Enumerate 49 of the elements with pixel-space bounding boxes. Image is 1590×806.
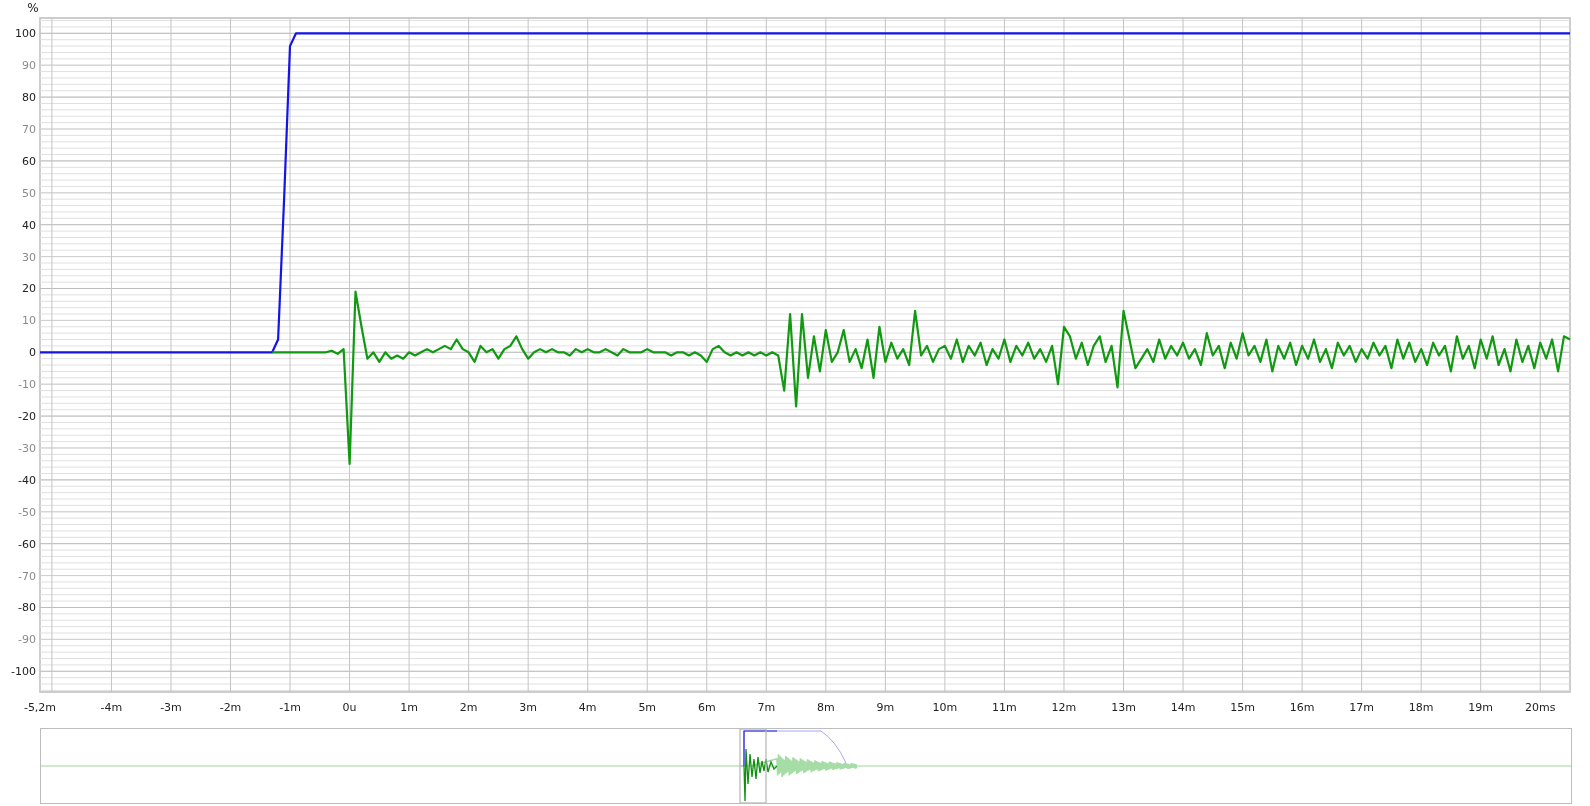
y-tick-label: 80 — [22, 91, 36, 105]
y-tick-label: 70 — [22, 123, 36, 136]
y-tick-label: -10 — [18, 378, 36, 392]
x-tick-label: 9m — [876, 701, 895, 714]
y-tick-label: 100 — [15, 27, 36, 41]
x-tick-label: 7m — [757, 701, 776, 714]
x-tick-label: 13m — [1111, 701, 1136, 714]
x-tick-label: -4m — [100, 701, 123, 714]
y-tick-label: 50 — [22, 186, 36, 200]
x-tick-label: 8m — [817, 701, 835, 714]
x-tick-label: -1m — [279, 701, 301, 714]
y-tick-label: -40 — [18, 473, 36, 487]
y-tick-label: 60 — [22, 154, 36, 168]
y-tick-label: 20 — [22, 282, 36, 296]
x-tick-label: -3m — [160, 701, 182, 714]
x-tick-label: 11m — [992, 701, 1017, 714]
y-tick-label: -50 — [18, 505, 36, 519]
x-tick-label: 6m — [697, 701, 716, 714]
x-tick-label: 15m — [1230, 701, 1255, 714]
y-unit-label: % — [27, 1, 39, 15]
x-tick-label: 2m — [459, 701, 478, 714]
x-tick-label: -2m — [219, 701, 242, 714]
y-tick-label: -30 — [18, 442, 36, 455]
y-tick-label: -20 — [18, 410, 36, 424]
x-tick-label: 16m — [1289, 701, 1315, 714]
x-tick-label: -5,2m — [23, 701, 57, 714]
y-tick-label: 0 — [29, 346, 36, 360]
x-tick-label: 20ms — [1525, 701, 1556, 714]
y-tick-label: 40 — [22, 218, 36, 232]
x-tick-label: 0u — [342, 701, 357, 714]
y-tick-label: 30 — [22, 250, 36, 264]
x-tick-label: 19m — [1468, 701, 1494, 714]
x-tick-label: 3m — [519, 701, 538, 714]
x-tick-label: 14m — [1170, 701, 1196, 714]
x-tick-label: 12m — [1051, 701, 1077, 714]
y-tick-label: -60 — [18, 537, 36, 551]
y-tick-label: 90 — [22, 59, 36, 73]
y-tick-label: -90 — [18, 633, 36, 647]
y-tick-label: -80 — [18, 601, 36, 615]
x-tick-label: 4m — [578, 701, 597, 714]
x-tick-label: 5m — [638, 701, 657, 714]
x-tick-label: 18m — [1408, 701, 1434, 714]
x-tick-label: 1m — [400, 701, 418, 714]
y-tick-label: -70 — [18, 569, 36, 583]
y-tick-label: -100 — [11, 665, 36, 679]
x-tick-label: 17m — [1349, 701, 1374, 714]
overview-selection-window[interactable] — [739, 729, 767, 803]
x-tick-label: 10m — [932, 701, 958, 714]
y-tick-label: 10 — [22, 314, 36, 328]
